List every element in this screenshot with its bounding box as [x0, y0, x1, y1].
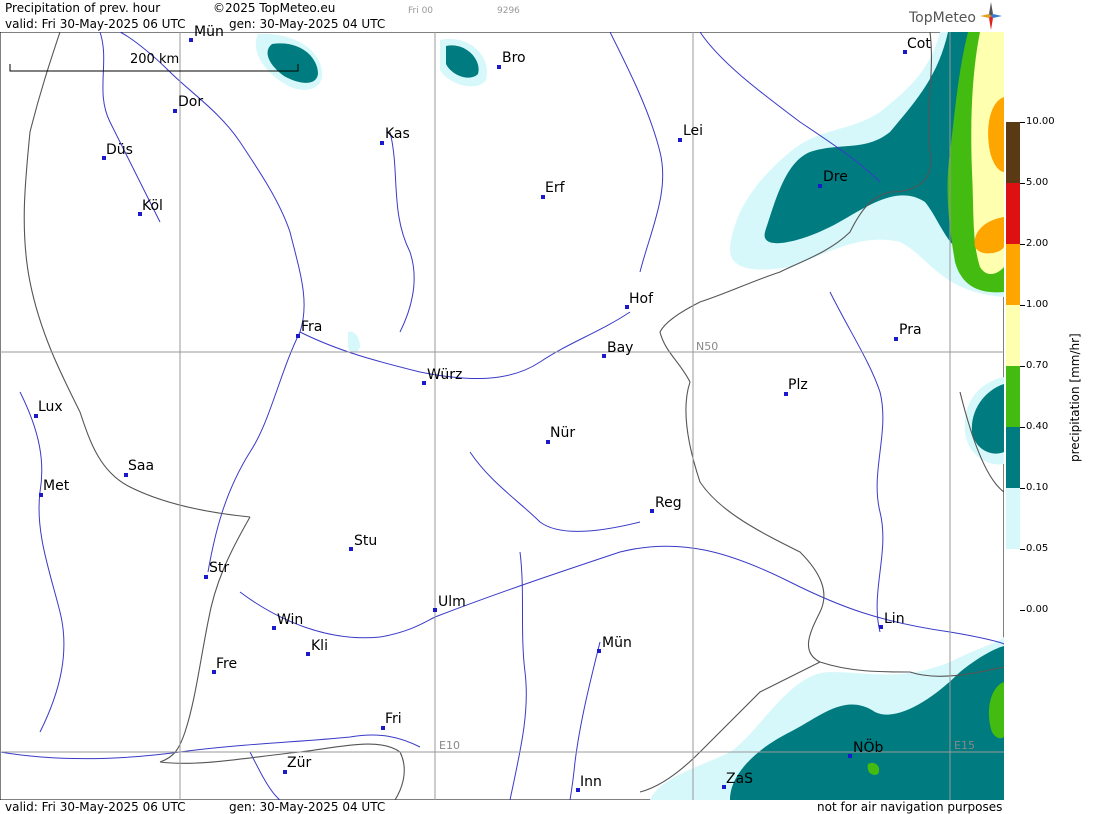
city-dot [678, 138, 682, 142]
legend-tick [1020, 488, 1025, 489]
city-label: Str [209, 560, 230, 576]
city-label: Erf [545, 180, 565, 196]
city-dot [306, 652, 310, 656]
city-dot [894, 337, 898, 341]
city-label: Met [43, 478, 70, 494]
city-label: Fre [216, 656, 238, 672]
legend-swatch-07 [1006, 366, 1020, 427]
legend-label: 5.00 [1026, 177, 1049, 188]
legend-label: 2.00 [1026, 238, 1049, 249]
legend-swatch-10 [1006, 122, 1020, 183]
city-label: Pra [899, 322, 922, 338]
city-label: Hof [629, 291, 654, 307]
city-label: Mün [602, 635, 632, 651]
city-label: Düs [106, 142, 133, 158]
legend-label: 0.05 [1026, 543, 1049, 554]
city-label: Fri [385, 711, 402, 727]
legend-label: 0.00 [1026, 604, 1049, 615]
legend-swatch-5 [1006, 183, 1020, 244]
footer-notice: not for air navigation purposes [817, 800, 1003, 814]
scale-bar-label: 200 km [130, 52, 180, 67]
map-title: Precipitation of prev. hour [5, 1, 161, 15]
city-label: Stu [354, 533, 378, 549]
compass-logo-icon [980, 2, 1002, 30]
city-label: Win [277, 612, 304, 628]
city-dot [296, 334, 300, 338]
legend-label: 0.40 [1026, 421, 1049, 432]
city-dot [879, 625, 883, 629]
city-dot [204, 575, 208, 579]
city-dot [818, 184, 822, 188]
city-dot [272, 626, 276, 630]
city-dot [848, 754, 852, 758]
legend-label: 0.10 [1026, 482, 1049, 493]
grid-label-e10: E10 [439, 739, 460, 752]
model-run: Fri 00 [408, 6, 434, 16]
legend-tick [1020, 244, 1025, 245]
city-dot [650, 509, 654, 513]
city-label: Inn [580, 774, 602, 790]
city-dot [189, 38, 193, 42]
footer-valid-time: valid: Fri 30-May-2025 06 UTC [5, 800, 186, 814]
city-dot [602, 354, 606, 358]
city-label: Mün [194, 24, 224, 40]
grid-label-e15: E15 [954, 739, 975, 752]
map-canvas [0, 32, 1004, 800]
city-label: Bro [502, 50, 526, 66]
grid-label-n50: N50 [696, 340, 719, 353]
city-dot [380, 141, 384, 145]
legend-tick [1020, 305, 1025, 306]
copyright: ©2025 TopMeteo.eu [213, 1, 336, 15]
legend-swatch-01 [1006, 488, 1020, 549]
city-label: Lei [683, 123, 704, 139]
topmeteo-logo[interactable]: TopMeteo [909, 10, 976, 26]
city-label: NÖb [853, 740, 884, 756]
city-dot [597, 649, 601, 653]
legend-label: 10.00 [1026, 116, 1055, 127]
legend-tick [1020, 549, 1025, 550]
city-label: Kli [311, 638, 328, 654]
city-dot [349, 547, 353, 551]
city-label: Dre [823, 169, 848, 185]
city-label: ZaS [726, 771, 754, 787]
legend-swatch-2 [1006, 244, 1020, 305]
city-label: Reg [655, 495, 682, 511]
city-dot [497, 65, 501, 69]
city-dot [173, 109, 177, 113]
legend-tick [1020, 366, 1025, 367]
city-label: Bay [607, 340, 634, 356]
legend-label: 1.00 [1026, 299, 1049, 310]
legend-swatch-04 [1006, 427, 1020, 488]
city-dot [433, 608, 437, 612]
legend-tick [1020, 610, 1025, 611]
generated-time: gen: 30-May-2025 04 UTC [229, 17, 386, 31]
city-label: Köl [142, 198, 163, 214]
city-label: Ulm [438, 594, 466, 610]
city-label: Zür [287, 755, 312, 771]
city-label: Plz [788, 377, 808, 393]
legend-title: precipitation [mm/hr] [1068, 333, 1082, 462]
legend-tick [1020, 427, 1025, 428]
precipitation-map[interactable]: 200 km N50 E10 E15 Mün Bro Cot Dor Kas L… [0, 24, 1004, 800]
legend-tick [1020, 122, 1025, 123]
city-label: Lux [38, 399, 63, 415]
legend-swatch-1 [1006, 305, 1020, 366]
image-code: 9296 [497, 6, 520, 16]
city-dot [422, 381, 426, 385]
footer-generated-time: gen: 30-May-2025 04 UTC [229, 800, 386, 814]
city-label: Lin [884, 611, 905, 627]
legend-label: 0.70 [1026, 360, 1049, 371]
city-label: Dor [178, 94, 204, 110]
city-label: Cot [907, 36, 931, 52]
logo-text: TopMeteo [909, 10, 976, 26]
valid-time: valid: Fri 30-May-2025 06 UTC [5, 17, 186, 31]
city-label: Kas [385, 126, 410, 142]
city-label: Saa [128, 458, 155, 474]
legend-tick [1020, 183, 1025, 184]
city-label: Nür [550, 425, 576, 441]
city-label: Fra [301, 319, 323, 335]
city-label: Würz [427, 367, 463, 383]
